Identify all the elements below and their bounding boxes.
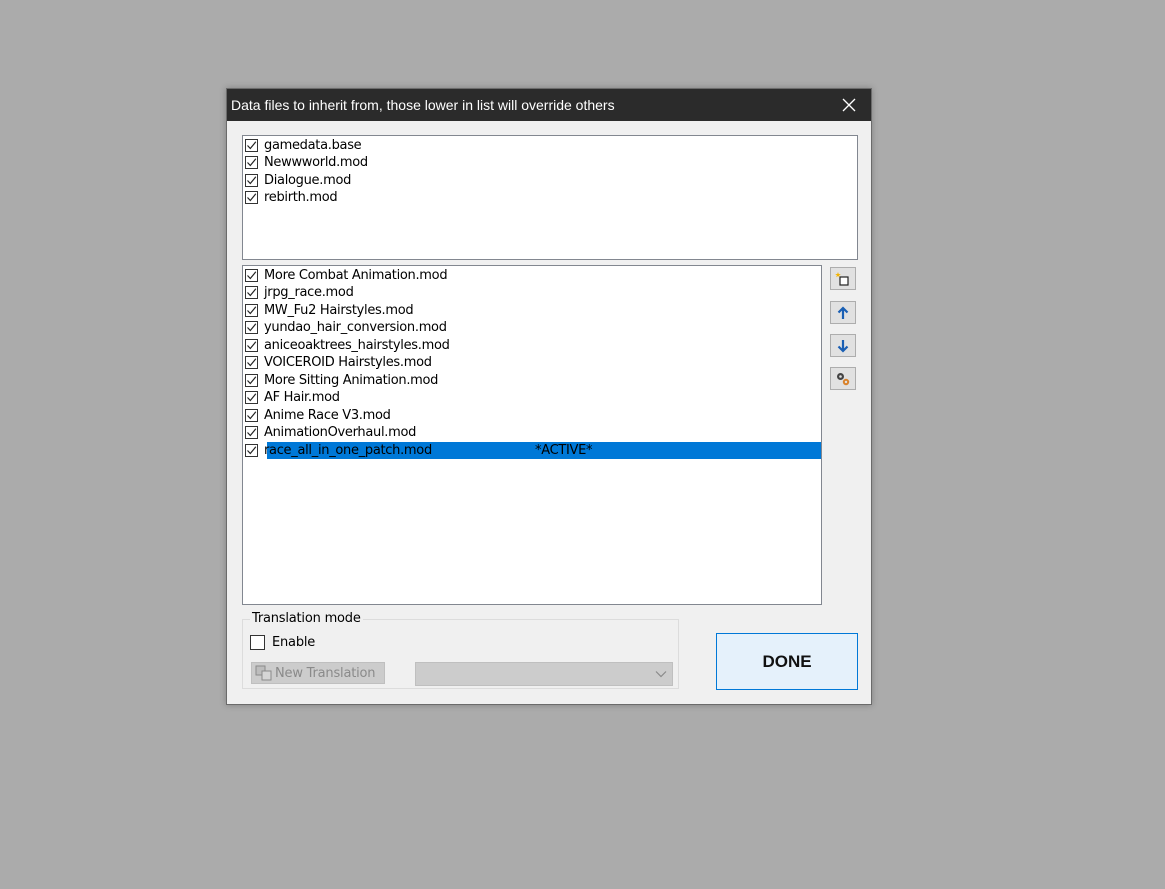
- translation-select[interactable]: [415, 662, 673, 686]
- arrow-down-icon: [837, 339, 849, 353]
- checkbox[interactable]: [245, 426, 258, 439]
- checkbox[interactable]: [245, 321, 258, 334]
- list-item-label: AnimationOverhaul.mod: [264, 425, 417, 440]
- list-item[interactable]: gamedata.base: [245, 137, 362, 154]
- list-item-label: VOICEROID Hairstyles.mod: [264, 355, 432, 370]
- list-item[interactable]: yundao_hair_conversion.mod: [245, 319, 447, 336]
- translation-group: Translation mode Enable New Translation: [242, 611, 679, 689]
- translation-group-label: Translation mode: [250, 611, 363, 626]
- new-file-icon: [835, 271, 849, 286]
- list-item[interactable]: rebirth.mod: [245, 189, 338, 206]
- mod-files-list[interactable]: More Combat Animation.mod jrpg_race.mod …: [242, 265, 822, 605]
- list-item[interactable]: More Combat Animation.mod: [245, 267, 448, 284]
- list-item-label: Dialogue.mod: [264, 173, 352, 188]
- list-item[interactable]: AnimationOverhaul.mod: [245, 424, 416, 441]
- list-item[interactable]: VOICEROID Hairstyles.mod: [245, 354, 432, 371]
- list-item-label: MW_Fu2 Hairstyles.mod: [264, 303, 414, 318]
- list-item-label: More Sitting Animation.mod: [264, 373, 439, 388]
- checkbox[interactable]: [245, 374, 258, 387]
- active-tag: *ACTIVE*: [535, 443, 593, 458]
- list-item[interactable]: Dialogue.mod: [245, 172, 351, 189]
- checkbox[interactable]: [245, 174, 258, 187]
- move-up-button[interactable]: [830, 301, 856, 324]
- move-down-button[interactable]: [830, 334, 856, 357]
- list-item-label: race_all_in_one_patch.mod: [264, 443, 432, 458]
- list-item-label: rebirth.mod: [264, 190, 338, 205]
- title-bar[interactable]: Data files to inherit from, those lower …: [227, 89, 871, 121]
- list-item[interactable]: MW_Fu2 Hairstyles.mod: [245, 302, 414, 319]
- close-button[interactable]: [827, 89, 871, 121]
- list-item[interactable]: Anime Race V3.mod: [245, 407, 391, 424]
- chevron-down-icon: [655, 671, 667, 678]
- list-item[interactable]: AF Hair.mod: [245, 389, 340, 406]
- settings-button[interactable]: [830, 367, 856, 390]
- close-icon: [842, 98, 856, 112]
- checkbox[interactable]: [245, 444, 258, 457]
- dialog-title: Data files to inherit from, those lower …: [231, 97, 615, 113]
- list-item-label: AF Hair.mod: [264, 390, 340, 405]
- checkbox[interactable]: [245, 286, 258, 299]
- checkbox[interactable]: [245, 139, 258, 152]
- translate-icon: [255, 665, 273, 681]
- checkbox[interactable]: [245, 356, 258, 369]
- list-item-label: gamedata.base: [264, 138, 362, 153]
- base-files-list[interactable]: gamedata.base Newwworld.mod Dialogue.mod…: [242, 135, 858, 260]
- inherit-dialog: Data files to inherit from, those lower …: [226, 88, 872, 705]
- done-button[interactable]: DONE: [716, 633, 858, 690]
- checkbox[interactable]: [245, 339, 258, 352]
- list-item[interactable]: Newwworld.mod: [245, 154, 368, 171]
- settings-icon: [837, 372, 850, 385]
- checkbox[interactable]: [245, 409, 258, 422]
- list-item-selected[interactable]: race_all_in_one_patch.mod *ACTIVE*: [245, 442, 821, 459]
- list-item[interactable]: aniceoaktrees_hairstyles.mod: [245, 337, 450, 354]
- checkbox[interactable]: [245, 269, 258, 282]
- checkbox[interactable]: [245, 304, 258, 317]
- enable-checkbox-row[interactable]: Enable: [250, 635, 315, 650]
- checkbox[interactable]: [245, 191, 258, 204]
- checkbox[interactable]: [245, 156, 258, 169]
- enable-checkbox[interactable]: [250, 635, 265, 650]
- list-item-label: Anime Race V3.mod: [264, 408, 391, 423]
- new-translation-button[interactable]: New Translation: [251, 662, 385, 684]
- list-item-label: aniceoaktrees_hairstyles.mod: [264, 338, 450, 353]
- list-item[interactable]: jrpg_race.mod: [245, 284, 354, 301]
- enable-label: Enable: [272, 635, 316, 650]
- list-item-label: jrpg_race.mod: [264, 285, 354, 300]
- new-translation-label: New Translation: [275, 665, 376, 681]
- arrow-up-icon: [837, 305, 849, 319]
- list-item-label: More Combat Animation.mod: [264, 268, 448, 283]
- new-file-button[interactable]: [830, 267, 856, 290]
- list-item-label: yundao_hair_conversion.mod: [264, 320, 447, 335]
- list-item-label: Newwworld.mod: [264, 155, 368, 170]
- list-item[interactable]: More Sitting Animation.mod: [245, 372, 438, 389]
- checkbox[interactable]: [245, 391, 258, 404]
